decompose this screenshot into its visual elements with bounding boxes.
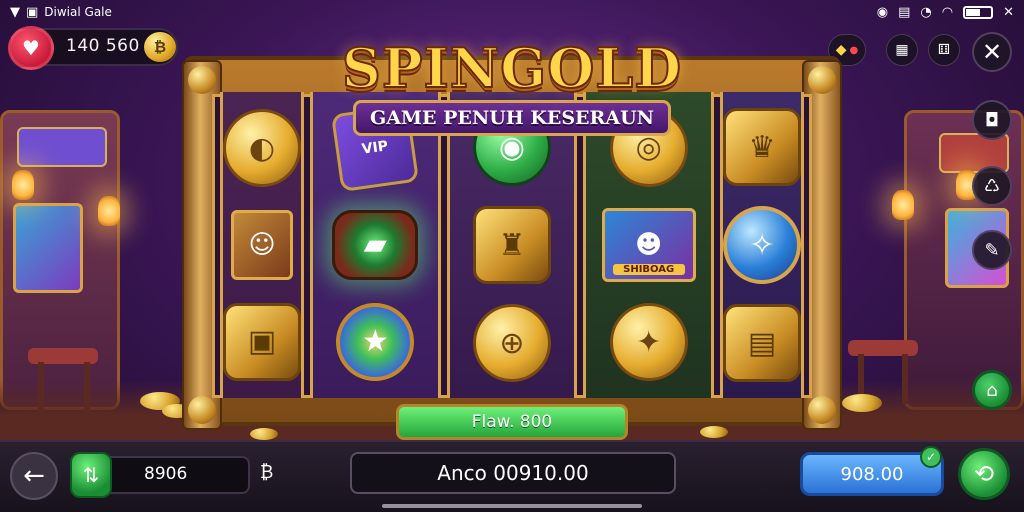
pencil-icon: ✎	[984, 239, 1000, 261]
app-icon: ▣	[26, 4, 39, 20]
lamp-icon	[98, 196, 120, 226]
edit-button[interactable]: ✎	[972, 230, 1012, 270]
gold-bars-icon: ▤	[723, 304, 802, 382]
stool-leg	[902, 354, 908, 404]
coin-icon[interactable]: ₿	[144, 32, 176, 62]
battery-icon	[963, 5, 994, 19]
status-bar: ▼ ▣ Diwial Gale ◉ ▤ ◔ ◠ ✕	[0, 0, 1024, 24]
coin-pile	[250, 428, 278, 440]
stats-icon: ▦	[895, 42, 909, 58]
play-button[interactable]: Flaw. 800	[396, 404, 628, 440]
camera-icon: ◘	[984, 109, 1000, 131]
gem-button[interactable]: ♥	[8, 26, 54, 70]
gold-coin-icon: ◐	[223, 109, 301, 188]
sim-icon: ▤	[898, 4, 911, 20]
bet-value: 8906	[144, 464, 188, 484]
shop-button[interactable]: ⌂	[972, 370, 1012, 410]
background-arcade-machine-left	[0, 110, 120, 410]
gold-cup-icon: ♜	[473, 206, 551, 284]
back-button[interactable]: ←	[10, 452, 58, 500]
mine-cart-icon: ▰	[332, 209, 419, 280]
reel-5: ♛ ✧ ▤	[720, 92, 805, 398]
stool-leg	[38, 362, 44, 412]
coin-pile	[842, 394, 882, 412]
status-app-label: Diwial Gale	[44, 5, 112, 19]
gold-coin-icon: ⊕	[473, 304, 551, 382]
arcade-screen	[13, 203, 83, 293]
screenshot-button[interactable]: ◘	[972, 100, 1012, 140]
coin-pile	[700, 426, 728, 438]
balance-value: 140 560	[66, 36, 140, 56]
close-button[interactable]: ✕	[972, 32, 1012, 72]
alarm-icon: ◔	[920, 4, 932, 20]
gold-coin-icon: ✦	[609, 303, 688, 382]
stool-leg	[84, 362, 90, 412]
star-coin-icon: ★	[336, 302, 415, 381]
logo-subtitle: GAME PENUH KESERAUN	[352, 100, 672, 136]
stats-button[interactable]: ▦	[886, 34, 918, 66]
game-logo: SPINGOLD GAME PENUH KESERAUN	[340, 35, 684, 148]
arcade-sign	[17, 127, 107, 167]
gold-block-icon: ▣	[223, 302, 301, 381]
gold-cup-icon: ♛	[723, 108, 802, 186]
lamp-icon	[892, 190, 914, 220]
home-indicator	[382, 504, 642, 508]
lamp-icon	[12, 170, 34, 200]
heart-gem-icon: ♥	[22, 36, 40, 60]
character-face-icon: ☻	[635, 229, 663, 260]
record-icon: ●	[849, 44, 859, 56]
wifi-icon: ◠	[941, 4, 954, 20]
search-icon: ⟲	[973, 460, 995, 488]
amount-display: Anco 00910.00	[350, 452, 676, 494]
arrow-left-icon: ←	[23, 461, 45, 491]
dice-icon: ⚅	[937, 42, 951, 58]
coin-stack-icon: ◆	[835, 42, 847, 58]
miner-character-icon: ☺	[231, 209, 293, 280]
dice-button[interactable]: ⚅	[928, 34, 960, 66]
character-card-icon: ☻ SHIBOAG	[601, 207, 696, 282]
bet-icon: ⇅	[70, 452, 112, 498]
signal-icon: ▼	[10, 4, 20, 20]
blue-coin-icon: ✧	[723, 206, 802, 284]
shop-icon: ⌂	[986, 379, 998, 401]
check-icon: ✓	[920, 446, 942, 468]
close-icon[interactable]: ✕	[1003, 5, 1014, 20]
logo-title: SPINGOLD	[341, 35, 683, 101]
notification-icon: ◉	[876, 4, 889, 20]
close-icon: ✕	[981, 38, 1003, 66]
currency-icon: ₿	[260, 462, 274, 483]
character-card-label: SHIBOAG	[612, 263, 685, 275]
spin-button[interactable]: ⟲	[958, 448, 1010, 500]
reel-1: ◐ ☺ ▣	[220, 92, 304, 398]
trash-icon: ♺	[983, 175, 1001, 197]
trash-button[interactable]: ♺	[972, 166, 1012, 206]
